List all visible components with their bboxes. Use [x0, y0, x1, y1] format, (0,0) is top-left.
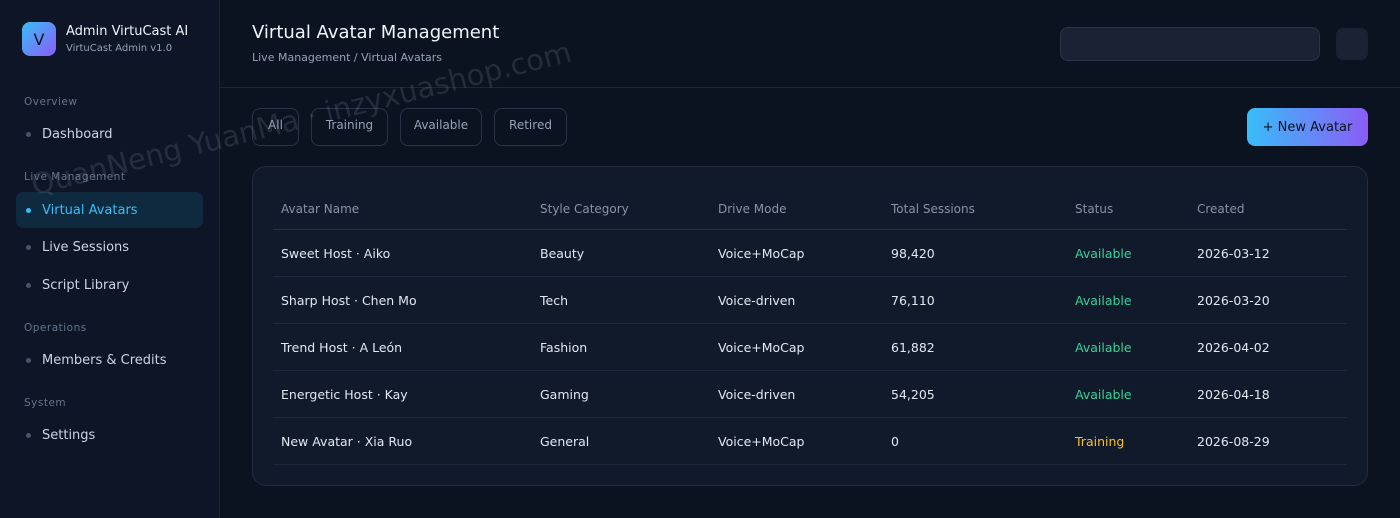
bullet-icon [26, 432, 31, 438]
breadcrumb: Live Management / Virtual Avatars [252, 51, 442, 64]
cell-style-category: Fashion [540, 339, 588, 355]
sidebar-item-settings[interactable]: Settings [16, 417, 203, 453]
brand: V Admin VirtuCast AI VirtuCast Admin v1.… [22, 22, 188, 56]
bullet-icon [26, 131, 31, 137]
cell-created: 2026-03-20 [1197, 292, 1270, 308]
cell-drive-mode: Voice-driven [718, 386, 796, 402]
new-avatar-button[interactable]: + New Avatar [1247, 108, 1368, 146]
bullet-icon [26, 282, 31, 288]
status-badge: Available [1075, 292, 1132, 308]
table-row[interactable]: Sweet Host · Aiko Beauty Voice+MoCap 98,… [273, 230, 1347, 277]
table-row[interactable]: Sharp Host · Chen Mo Tech Voice-driven 7… [273, 277, 1347, 324]
cell-total-sessions: 61,882 [891, 339, 935, 355]
cell-drive-mode: Voice+MoCap [718, 433, 805, 449]
cell-drive-mode: Voice+MoCap [718, 339, 805, 355]
cell-style-category: General [540, 433, 590, 449]
sidebar-item-dashboard[interactable]: Dashboard [16, 116, 203, 152]
cell-total-sessions: 76,110 [891, 292, 935, 308]
filter-training[interactable]: Training [311, 108, 388, 146]
sidebar-item-label: Settings [42, 427, 96, 443]
cell-style-category: Beauty [540, 245, 585, 261]
table-row[interactable]: New Avatar · Xia Ruo General Voice+MoCap… [273, 418, 1347, 465]
filter-all[interactable]: All [252, 108, 299, 146]
table-row[interactable]: Trend Host · A León Fashion Voice+MoCap … [273, 324, 1347, 371]
cell-avatar-name: Sharp Host · Chen Mo [281, 292, 417, 308]
table-header: Avatar Name Style Category Drive Mode To… [273, 189, 1347, 230]
table-row[interactable]: Energetic Host · Kay Gaming Voice-driven… [273, 371, 1347, 418]
column-header-style-category[interactable]: Style Category [540, 189, 629, 229]
sidebar-item-label: Script Library [42, 277, 130, 293]
nav-section-system: System [24, 397, 67, 409]
sidebar-item-label: Dashboard [42, 126, 113, 142]
filter-retired[interactable]: Retired [494, 108, 567, 146]
cell-avatar-name: Trend Host · A León [281, 339, 403, 355]
cell-created: 2026-04-02 [1197, 339, 1270, 355]
sidebar-item-virtual-avatars[interactable]: Virtual Avatars [16, 192, 203, 228]
cell-created: 2026-03-12 [1197, 245, 1270, 261]
sidebar-item-label: Virtual Avatars [42, 202, 138, 218]
nav-section-overview: Overview [24, 96, 78, 108]
search-input[interactable] [1060, 27, 1320, 61]
cell-avatar-name: New Avatar · Xia Ruo [281, 433, 413, 449]
brand-logo: V [22, 22, 56, 56]
sidebar-item-label: Members & Credits [42, 352, 167, 368]
status-badge: Available [1075, 339, 1132, 355]
column-header-created[interactable]: Created [1197, 189, 1245, 229]
cell-style-category: Gaming [540, 386, 589, 402]
cell-style-category: Tech [540, 292, 568, 308]
cell-drive-mode: Voice+MoCap [718, 245, 805, 261]
cell-created: 2026-08-29 [1197, 433, 1270, 449]
sidebar-item-script-library[interactable]: Script Library [16, 267, 203, 303]
main-content: Virtual Avatar Management Live Managemen… [220, 0, 1400, 518]
nav-section-operations: Operations [24, 322, 87, 334]
bullet-icon [26, 244, 31, 250]
nav-section-live-management: Live Management [24, 171, 126, 183]
cell-avatar-name: Energetic Host · Kay [281, 386, 408, 402]
brand-name: Admin VirtuCast AI [66, 23, 189, 39]
avatar-table: Avatar Name Style Category Drive Mode To… [252, 166, 1368, 486]
cell-created: 2026-04-18 [1197, 386, 1270, 402]
header-action-button[interactable] [1336, 28, 1368, 60]
cell-total-sessions: 98,420 [891, 245, 935, 261]
column-header-status[interactable]: Status [1075, 189, 1113, 229]
app-root: V Admin VirtuCast AI VirtuCast Admin v1.… [0, 0, 1400, 518]
bullet-icon [26, 357, 31, 363]
status-badge: Available [1075, 245, 1132, 261]
sidebar: V Admin VirtuCast AI VirtuCast Admin v1.… [0, 0, 220, 518]
status-badge: Training [1075, 433, 1125, 449]
sidebar-item-live-sessions[interactable]: Live Sessions [16, 229, 203, 265]
status-badge: Available [1075, 386, 1132, 402]
cell-total-sessions: 0 [891, 433, 899, 449]
sidebar-item-label: Live Sessions [42, 239, 130, 255]
bullet-icon [26, 207, 31, 213]
column-header-total-sessions[interactable]: Total Sessions [891, 189, 975, 229]
cell-avatar-name: Sweet Host · Aiko [281, 245, 391, 261]
cell-drive-mode: Voice-driven [718, 292, 796, 308]
brand-subtitle: VirtuCast Admin v1.0 [66, 42, 173, 54]
column-header-avatar-name[interactable]: Avatar Name [281, 189, 359, 229]
cell-total-sessions: 54,205 [891, 386, 935, 402]
filter-available[interactable]: Available [400, 108, 482, 146]
page-title: Virtual Avatar Management [252, 22, 500, 43]
page-header: Virtual Avatar Management Live Managemen… [220, 0, 1400, 88]
sidebar-item-members-credits[interactable]: Members & Credits [16, 342, 203, 378]
column-header-drive-mode[interactable]: Drive Mode [718, 189, 787, 229]
